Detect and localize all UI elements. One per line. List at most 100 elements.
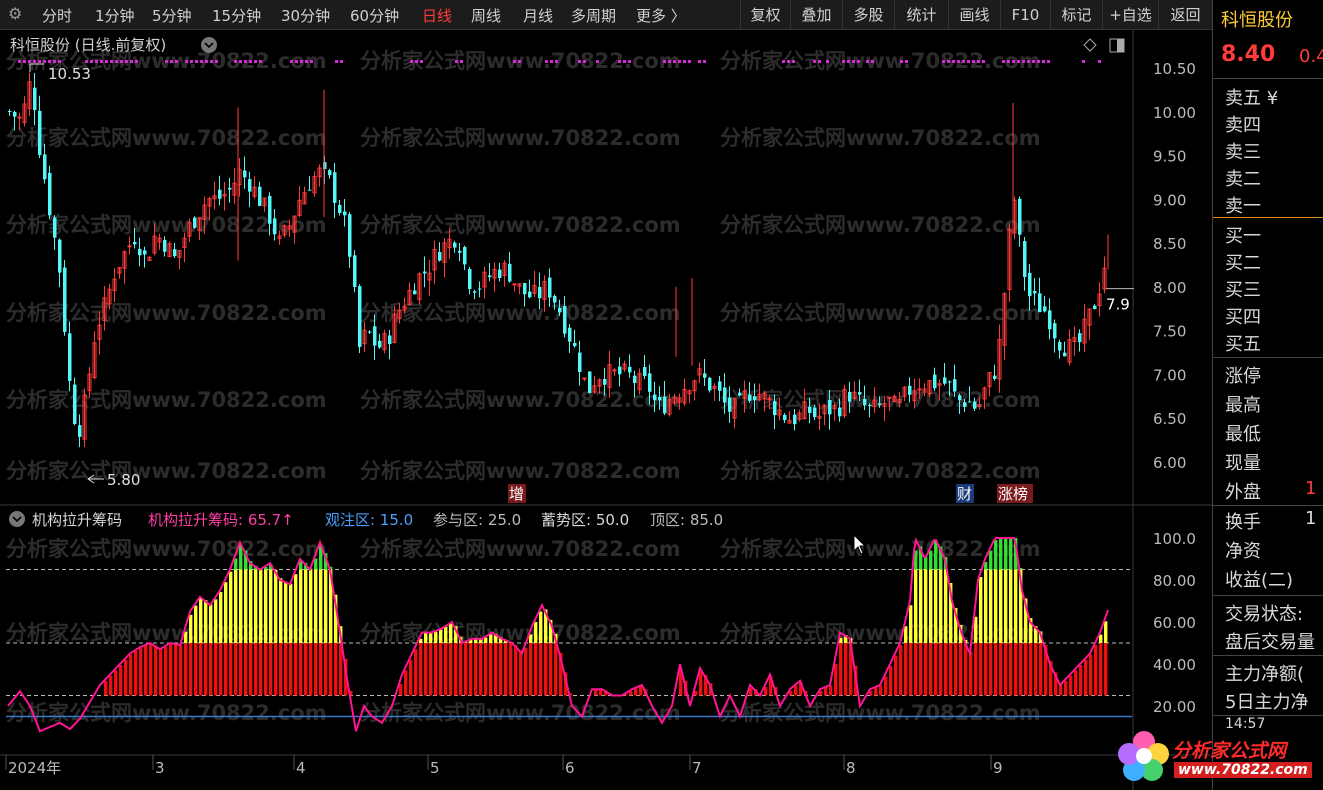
watermark-text: 分析家公式网www.70822.com xyxy=(360,213,681,237)
date-label: 7 xyxy=(692,759,702,777)
period-tab-7[interactable]: 周线 xyxy=(471,5,501,26)
indicator-bar-red xyxy=(1074,670,1078,696)
indicator-tick-label: 40.00 xyxy=(1153,656,1196,674)
watermark-text: 分析家公式网www.70822.com xyxy=(360,621,681,645)
indicator-bar-red xyxy=(314,643,318,696)
logo-url[interactable]: www.70822.com xyxy=(1174,762,1312,778)
signal-dot xyxy=(259,60,262,63)
period-tab-1[interactable]: 1分钟 xyxy=(95,5,135,26)
indicator-bar-red xyxy=(879,685,883,696)
signal-dot xyxy=(460,60,463,63)
signal-dot xyxy=(100,60,103,63)
candle-body-down xyxy=(963,402,967,407)
indicator-bar-yellow xyxy=(449,623,453,643)
indicator-bar-red xyxy=(994,643,998,696)
toolbar-button-7[interactable]: +自选 xyxy=(1102,0,1158,30)
price-tick-label: 9.00 xyxy=(1153,191,1186,209)
date-label: 2024年 xyxy=(8,759,61,777)
trade-state-label: 交易状态: xyxy=(1225,604,1304,625)
indicator-bar-red xyxy=(929,643,933,696)
signal-dot xyxy=(678,60,681,63)
signal-dot xyxy=(900,60,903,63)
indicator-bar-yellow xyxy=(294,574,298,643)
diamond-icon[interactable] xyxy=(1083,38,1097,52)
signal-dot xyxy=(455,60,458,63)
signal-dot xyxy=(852,60,855,63)
toolbar-button-6[interactable]: 标记 xyxy=(1050,0,1102,30)
candle-body-down xyxy=(783,414,787,421)
toolbar: ⚙ 分时 1分钟 5分钟 15分钟 30分钟 60分钟 日线 周线 月线 多周期 更多 〉 复权 叠加多… xyxy=(0,0,1212,30)
signal-dot xyxy=(673,60,676,63)
signal-dot xyxy=(340,60,343,63)
candle-body-down xyxy=(378,340,382,348)
indicator-bar-red xyxy=(149,643,153,696)
period-tab-10[interactable]: 更多 〉 xyxy=(636,5,686,26)
period-tab-6[interactable]: 日线 xyxy=(422,5,452,26)
signal-dot xyxy=(583,60,586,63)
indicator-bar-red xyxy=(899,645,903,696)
candle-body-down xyxy=(368,331,372,333)
signal-dot xyxy=(683,60,686,63)
period-tab-3[interactable]: 15分钟 xyxy=(212,5,261,26)
indicator-bar-red xyxy=(124,659,128,696)
date-label: 3 xyxy=(155,759,165,777)
indicator-bar-yellow xyxy=(989,569,993,643)
title-dropdown-icon[interactable] xyxy=(201,37,217,53)
toolbar-button-0[interactable]: 复权 xyxy=(740,0,790,30)
candle-body-down xyxy=(578,352,582,372)
toolbar-button-3[interactable]: 统计 xyxy=(894,0,948,30)
candle-body-down xyxy=(558,307,562,313)
toolbar-button-2[interactable]: 多股 xyxy=(842,0,894,30)
indicator-bar-red xyxy=(154,645,158,696)
signal-dot xyxy=(982,60,985,63)
toolbar-button-1[interactable]: 叠加 xyxy=(790,0,842,30)
gear-icon[interactable]: ⚙ xyxy=(8,4,28,24)
toolbar-button-5[interactable]: F10 xyxy=(1000,0,1050,30)
period-tab-9[interactable]: 多周期 xyxy=(571,5,616,26)
indicator-bar-yellow xyxy=(994,569,998,643)
signal-dot xyxy=(295,60,298,63)
period-tab-0[interactable]: 分时 xyxy=(42,5,72,26)
chart-area[interactable]: 分析家公式网www.70822.com 分析家公式网www.70822.com 分析… xyxy=(0,30,1212,790)
indicator-bar-red xyxy=(269,643,273,696)
indicator-bar-yellow xyxy=(209,604,213,643)
signal-dot xyxy=(53,60,56,63)
indicator-value: 机构拉升筹码: 65.7↑ xyxy=(148,511,294,529)
indicator-bar-red xyxy=(209,643,213,696)
signal-dot xyxy=(596,60,599,63)
candle-body-down xyxy=(813,407,817,418)
stock-name[interactable]: 科恒股份 xyxy=(1221,6,1293,32)
signal-dot xyxy=(962,60,965,63)
signal-dot xyxy=(957,60,960,63)
indicator-bar-green xyxy=(994,540,998,570)
indicator-bar-red xyxy=(179,644,183,696)
period-tab-8[interactable]: 月线 xyxy=(523,5,553,26)
stat-row-4: 外盘 xyxy=(1225,482,1261,503)
toolbar-button-4[interactable]: 画线 xyxy=(948,0,1000,30)
last-price-tag: 7.9 xyxy=(1106,296,1130,314)
period-tab-4[interactable]: 30分钟 xyxy=(281,5,330,26)
period-tab-2[interactable]: 5分钟 xyxy=(152,5,192,26)
signal-dot xyxy=(947,60,950,63)
signal-dot xyxy=(310,60,313,63)
indicator-bar-yellow xyxy=(1104,621,1108,643)
price-tick-label: 8.00 xyxy=(1153,279,1186,297)
site-logo: 分析家公式网 www.70822.com xyxy=(1116,728,1316,786)
indicator-menu-icon[interactable] xyxy=(9,511,25,527)
indicator-bar-red xyxy=(229,643,233,696)
panel-divider xyxy=(1213,357,1323,358)
candle-body-down xyxy=(618,366,622,375)
toolbar-button-8[interactable]: 返回 xyxy=(1158,0,1212,30)
indicator-bar-red xyxy=(289,643,293,696)
period-tab-5[interactable]: 60分钟 xyxy=(350,5,399,26)
indicator-bar-red xyxy=(934,643,938,696)
candle-body-down xyxy=(958,395,962,401)
candle-body-down xyxy=(568,327,572,342)
indicator-bar-yellow xyxy=(444,627,448,643)
indicator-bar-yellow xyxy=(534,622,538,643)
candle-body-down xyxy=(723,387,727,403)
indicator-bar-red xyxy=(254,643,258,696)
indicator-bar-yellow xyxy=(914,569,918,643)
chart-title: 科恒股份 (日线.前复权) xyxy=(10,36,166,54)
indicator-bar-yellow xyxy=(219,591,223,643)
